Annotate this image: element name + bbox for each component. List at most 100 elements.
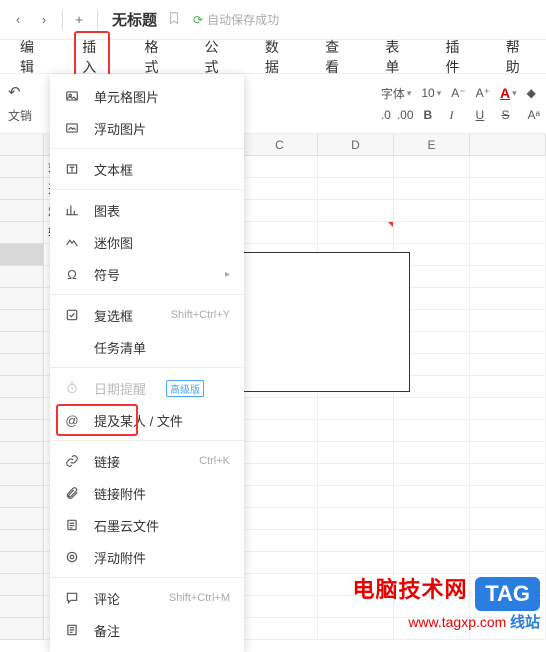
row-header[interactable] xyxy=(0,618,44,640)
cell[interactable] xyxy=(242,398,318,420)
cell[interactable] xyxy=(470,486,546,508)
cell[interactable] xyxy=(318,222,394,244)
cell[interactable] xyxy=(470,288,546,310)
row-header[interactable] xyxy=(0,376,44,398)
menu-mention[interactable]: @ 提及某人 / 文件 xyxy=(50,404,244,436)
row-header[interactable] xyxy=(0,332,44,354)
row-header[interactable] xyxy=(0,486,44,508)
cell[interactable] xyxy=(242,156,318,178)
cell[interactable] xyxy=(470,376,546,398)
cell[interactable] xyxy=(318,442,394,464)
cell[interactable] xyxy=(318,156,394,178)
row-header[interactable] xyxy=(0,244,44,266)
cell[interactable] xyxy=(394,530,470,552)
col-header[interactable] xyxy=(470,134,546,156)
decimal-decrease[interactable]: .0 xyxy=(381,108,391,122)
cell[interactable] xyxy=(394,178,470,200)
decimal-increase[interactable]: .00 xyxy=(397,108,414,122)
strike-button[interactable]: S xyxy=(502,108,518,122)
cell[interactable] xyxy=(394,222,470,244)
back-button[interactable]: ‹ xyxy=(6,8,30,32)
font-smaller[interactable]: A⁻ xyxy=(451,86,465,100)
menu-tasklist[interactable]: 任务清单 xyxy=(50,331,244,363)
cell[interactable] xyxy=(318,530,394,552)
bold-button[interactable]: B xyxy=(424,108,440,122)
cell[interactable] xyxy=(470,464,546,486)
cell[interactable] xyxy=(242,464,318,486)
cell[interactable] xyxy=(470,266,546,288)
cell[interactable] xyxy=(242,222,318,244)
document-title[interactable]: 无标题 xyxy=(112,9,157,30)
cell[interactable] xyxy=(394,486,470,508)
row-header[interactable] xyxy=(0,508,44,530)
cell[interactable] xyxy=(470,530,546,552)
row-header[interactable] xyxy=(0,266,44,288)
cell[interactable] xyxy=(470,420,546,442)
cell[interactable] xyxy=(318,178,394,200)
menu-cell-image[interactable]: 单元格图片 xyxy=(50,80,244,112)
cell[interactable] xyxy=(242,178,318,200)
cell[interactable] xyxy=(470,310,546,332)
cell[interactable] xyxy=(470,332,546,354)
cell[interactable] xyxy=(318,486,394,508)
cell[interactable] xyxy=(242,530,318,552)
cell[interactable] xyxy=(470,244,546,266)
cell[interactable] xyxy=(242,486,318,508)
font-color[interactable]: A▾ xyxy=(500,85,517,101)
cell[interactable] xyxy=(242,508,318,530)
cell[interactable] xyxy=(470,178,546,200)
forward-button[interactable]: › xyxy=(32,8,56,32)
cell[interactable] xyxy=(394,508,470,530)
row-header[interactable] xyxy=(0,464,44,486)
row-header[interactable] xyxy=(0,442,44,464)
menu-float-attachment[interactable]: 浮动附件 xyxy=(50,541,244,573)
cell[interactable] xyxy=(470,354,546,376)
cell[interactable] xyxy=(394,200,470,222)
cell[interactable] xyxy=(318,200,394,222)
col-header-c[interactable]: C xyxy=(242,134,318,156)
row-header[interactable] xyxy=(0,420,44,442)
row-header[interactable] xyxy=(0,596,44,618)
select-all-corner[interactable] xyxy=(0,134,44,156)
cell[interactable] xyxy=(394,442,470,464)
fill-color[interactable]: ◆ xyxy=(527,86,536,100)
row-header[interactable] xyxy=(0,398,44,420)
cell[interactable] xyxy=(394,552,470,574)
cell[interactable] xyxy=(242,442,318,464)
new-button[interactable]: + xyxy=(67,8,91,32)
italic-button[interactable]: I xyxy=(450,108,466,123)
cell[interactable] xyxy=(394,156,470,178)
superscript-button[interactable]: Aᵃ xyxy=(528,108,540,122)
menu-sparkline[interactable]: 迷你图 xyxy=(50,226,244,258)
cell[interactable] xyxy=(318,398,394,420)
row-header[interactable] xyxy=(0,574,44,596)
cell[interactable] xyxy=(394,398,470,420)
row-header[interactable] xyxy=(0,288,44,310)
cell[interactable] xyxy=(318,552,394,574)
cell[interactable] xyxy=(242,574,318,596)
col-header-e[interactable]: E xyxy=(394,134,470,156)
font-dropdown[interactable]: 字体▾ xyxy=(381,85,412,102)
menu-note[interactable]: 备注 xyxy=(50,614,244,646)
cell[interactable] xyxy=(394,420,470,442)
menu-comment[interactable]: 评论 Shift+Ctrl+M xyxy=(50,582,244,614)
col-header-d[interactable]: D xyxy=(318,134,394,156)
cell[interactable] xyxy=(242,596,318,618)
cell[interactable] xyxy=(242,420,318,442)
menu-checkbox[interactable]: 复选框 Shift+Ctrl+Y xyxy=(50,299,244,331)
menu-chart[interactable]: 图表 xyxy=(50,194,244,226)
menu-link[interactable]: 链接 Ctrl+K xyxy=(50,445,244,477)
cell[interactable] xyxy=(318,508,394,530)
undo-icon[interactable]: ↶ xyxy=(8,83,21,101)
cell[interactable] xyxy=(470,398,546,420)
menu-shimo-file[interactable]: 石墨云文件 xyxy=(50,509,244,541)
row-header[interactable] xyxy=(0,200,44,222)
cell[interactable] xyxy=(242,552,318,574)
menu-float-image[interactable]: 浮动图片 xyxy=(50,112,244,144)
fontsize-dropdown[interactable]: 10▾ xyxy=(421,86,441,100)
row-header[interactable] xyxy=(0,310,44,332)
cell[interactable] xyxy=(318,464,394,486)
cell[interactable] xyxy=(470,222,546,244)
cell[interactable] xyxy=(470,508,546,530)
row-header[interactable] xyxy=(0,222,44,244)
